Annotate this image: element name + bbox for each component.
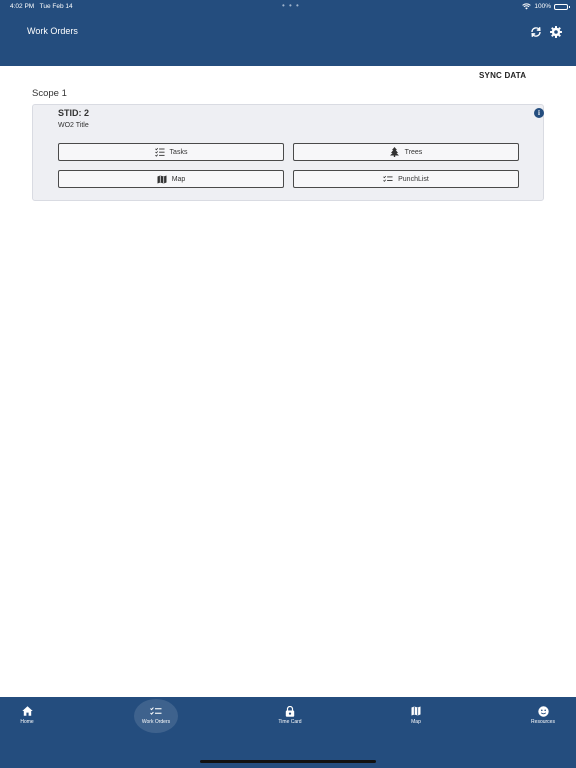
home-icon [21,705,33,717]
battery-icon [554,3,570,10]
punchlist-button[interactable]: PunchList [293,170,519,188]
map-button-label: Map [171,175,186,183]
status-indicators: 100% [522,3,570,10]
wifi-icon [522,3,532,10]
trees-button[interactable]: Trees [293,143,519,161]
battery-percent: 100% [534,3,551,10]
tab-label: Home [20,719,34,725]
status-time: 4:02 PM Tue Feb 14 [10,3,73,10]
tree-icon [390,147,400,157]
checklist-icon [154,147,165,157]
tasks-button-label: Tasks [169,148,188,156]
stid-label: STID: 2 [58,108,90,118]
checklist-icon [150,705,162,717]
punchlist-button-label: PunchList [398,175,429,183]
tab-label: Time Card [278,719,302,725]
lock-icon [284,705,296,717]
map-icon [157,174,167,184]
bottom-tab-bar: Home Work Orders Time Card Map Resources [0,697,576,768]
tab-map[interactable]: Map [386,697,446,733]
status-bar: 4:02 PM Tue Feb 14 • • • 100% [0,0,576,14]
app-header: 4:02 PM Tue Feb 14 • • • 100% Work Order… [0,0,576,66]
gear-icon[interactable] [549,25,562,38]
trees-button-label: Trees [404,148,423,156]
sync-icon[interactable] [529,25,542,38]
checklist-icon [383,174,393,184]
multitasking-dots[interactable]: • • • [282,1,300,10]
tab-resources[interactable]: Resources [513,697,573,733]
map-button[interactable]: Map [58,170,284,188]
page-title: Work Orders [27,26,78,36]
info-icon[interactable]: i [534,108,544,118]
tab-home[interactable]: Home [0,697,57,733]
tab-label: Map [411,719,421,725]
smiley-icon [537,705,549,717]
tab-work-orders[interactable]: Work Orders [126,697,186,733]
work-order-card[interactable]: STID: 2 WO2 Title i Tasks Trees Map Punc… [32,104,544,201]
tasks-button[interactable]: Tasks [58,143,284,161]
scope-label: Scope 1 [32,88,67,99]
tab-label: Work Orders [141,719,171,725]
home-indicator[interactable] [200,760,376,763]
tab-label: Resources [531,719,555,725]
work-order-title: WO2 Title [58,122,89,129]
map-icon [410,705,422,717]
tab-time-card[interactable]: Time Card [260,697,320,733]
sync-data-button[interactable]: SYNC DATA [479,71,526,80]
